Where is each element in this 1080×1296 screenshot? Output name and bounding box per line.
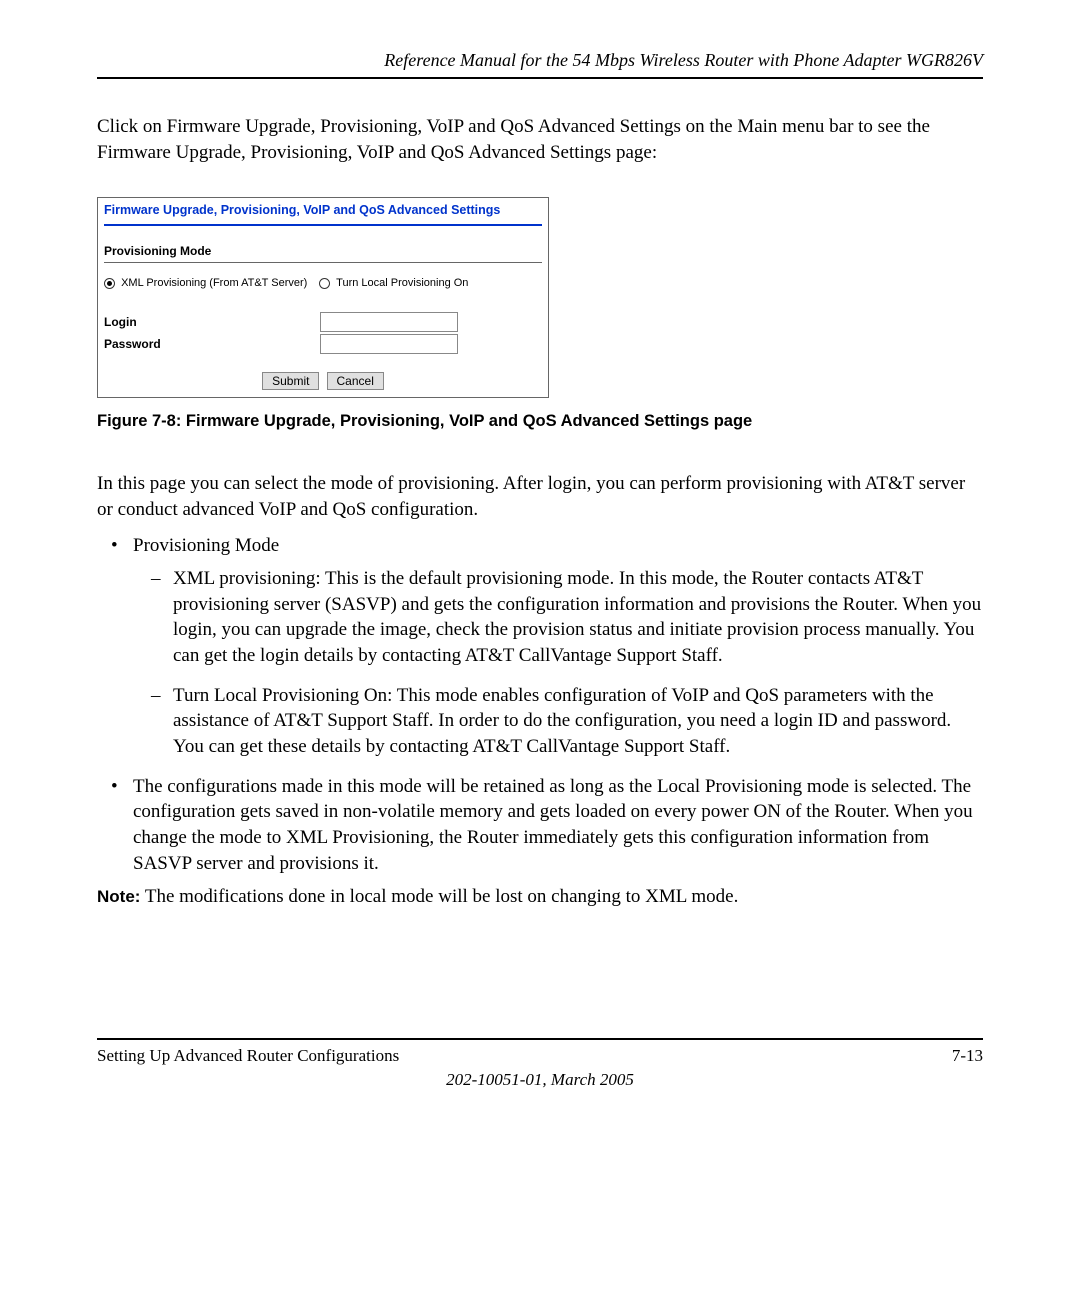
- radio-icon: [319, 278, 330, 289]
- password-input[interactable]: [320, 334, 458, 354]
- radio-xml-provisioning[interactable]: XML Provisioning (From AT&T Server): [104, 277, 307, 289]
- note-text: The modifications done in local mode wil…: [140, 886, 738, 907]
- bullet-item: The configurations made in this mode wil…: [117, 774, 983, 877]
- bullet-text: Provisioning Mode: [133, 535, 279, 556]
- footer-docid: 202-10051-01, March 2005: [97, 1070, 983, 1090]
- provisioning-mode-label: Provisioning Mode: [98, 244, 548, 258]
- radio-local-provisioning[interactable]: Turn Local Provisioning On: [319, 277, 468, 289]
- page-header: Reference Manual for the 54 Mbps Wireles…: [97, 50, 983, 79]
- password-label: Password: [104, 337, 312, 351]
- note-line: Note: The modifications done in local mo…: [97, 886, 983, 908]
- footer-right: 7-13: [952, 1046, 983, 1066]
- radio-label: XML Provisioning (From AT&T Server): [121, 277, 307, 289]
- radio-icon: [104, 278, 115, 289]
- note-label: Note:: [97, 887, 140, 906]
- bullet-item: Provisioning Mode XML provisioning: This…: [117, 533, 983, 760]
- dash-item: XML provisioning: This is the default pr…: [155, 566, 983, 669]
- cancel-button[interactable]: Cancel: [327, 372, 384, 390]
- footer-left: Setting Up Advanced Router Configuration…: [97, 1046, 399, 1066]
- login-label: Login: [104, 315, 312, 329]
- figure-caption: Figure 7-8: Firmware Upgrade, Provisioni…: [97, 412, 983, 431]
- body-paragraph: In this page you can select the mode of …: [97, 471, 983, 522]
- settings-panel: Firmware Upgrade, Provisioning, VoIP and…: [97, 197, 549, 398]
- submit-button[interactable]: Submit: [262, 372, 319, 390]
- intro-paragraph: Click on Firmware Upgrade, Provisioning,…: [97, 114, 983, 165]
- dash-item: Turn Local Provisioning On: This mode en…: [155, 683, 983, 760]
- divider: [104, 262, 542, 263]
- radio-group: XML Provisioning (From AT&T Server) Turn…: [98, 277, 548, 289]
- page-footer: Setting Up Advanced Router Configuration…: [97, 1038, 983, 1066]
- login-input[interactable]: [320, 312, 458, 332]
- divider: [104, 224, 542, 226]
- radio-label: Turn Local Provisioning On: [336, 277, 468, 289]
- settings-title: Firmware Upgrade, Provisioning, VoIP and…: [98, 198, 548, 220]
